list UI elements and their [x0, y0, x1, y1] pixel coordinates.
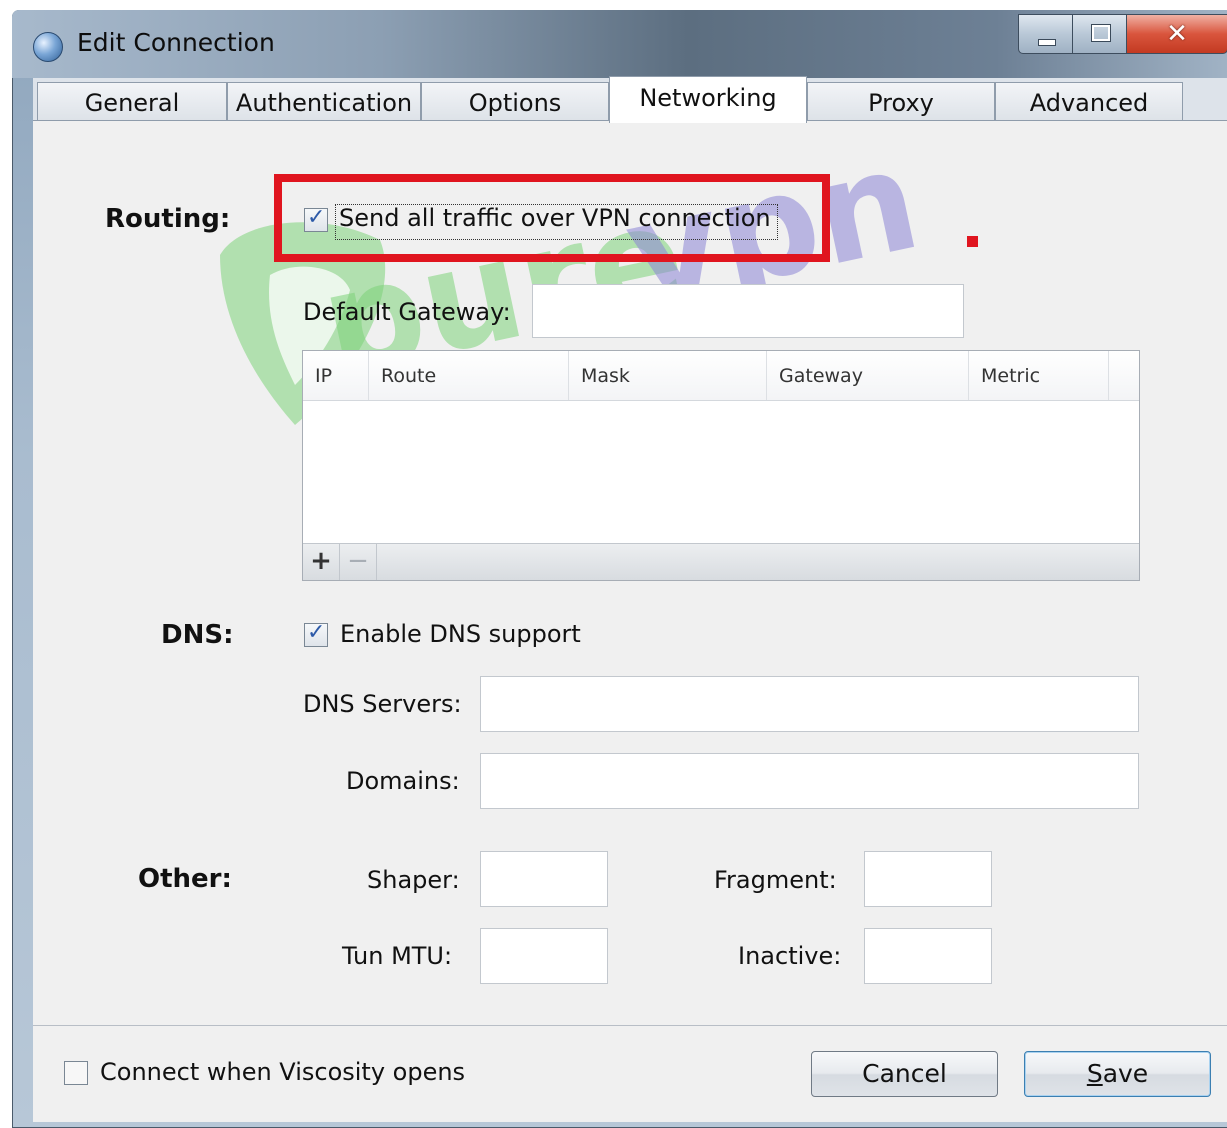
routes-table-toolbar: + −: [303, 543, 1139, 580]
save-button-label: ave: [1102, 1059, 1149, 1088]
default-gateway-label: Default Gateway:: [303, 298, 511, 326]
cancel-button[interactable]: Cancel: [811, 1051, 998, 1097]
tun-mtu-label: Tun MTU:: [342, 942, 453, 970]
viscosity-globe-icon: [33, 32, 63, 62]
routing-section-label: Routing:: [105, 204, 231, 234]
tab-networking[interactable]: Networking: [609, 76, 807, 123]
save-button[interactable]: Save: [1024, 1051, 1211, 1097]
highlight-box: [274, 174, 830, 262]
close-button[interactable]: ✕: [1126, 14, 1227, 54]
maximize-icon: [1091, 24, 1111, 42]
shaper-input[interactable]: [480, 851, 608, 907]
highlight-dot: [967, 236, 978, 247]
column-ip[interactable]: IP: [303, 351, 369, 400]
dns-section-label: DNS:: [161, 620, 234, 650]
connect-on-open-checkbox[interactable]: [64, 1061, 88, 1085]
domains-input[interactable]: [480, 753, 1139, 809]
fragment-label: Fragment:: [714, 866, 837, 894]
connect-on-open-label[interactable]: Connect when Viscosity opens: [100, 1058, 465, 1086]
enable-dns-checkbox[interactable]: ✓: [304, 620, 328, 647]
tab-advanced[interactable]: Advanced: [995, 82, 1183, 121]
column-gateway[interactable]: Gateway: [767, 351, 969, 400]
close-icon: ✕: [1166, 19, 1188, 49]
inactive-label: Inactive:: [738, 942, 842, 970]
dns-servers-input[interactable]: [480, 676, 1139, 732]
tun-mtu-input[interactable]: [480, 928, 608, 984]
tab-strip: General Authentication Options Networkin…: [33, 76, 1227, 123]
inactive-input[interactable]: [864, 928, 992, 984]
other-section-label: Other:: [138, 864, 232, 894]
window-title: Edit Connection: [77, 28, 275, 57]
tab-authentication[interactable]: Authentication: [227, 82, 421, 121]
column-mask[interactable]: Mask: [569, 351, 767, 400]
enable-dns-label[interactable]: Enable DNS support: [340, 620, 581, 648]
minimize-button[interactable]: [1018, 14, 1074, 54]
add-route-button[interactable]: +: [303, 544, 340, 580]
shaper-label: Shaper:: [367, 866, 460, 894]
save-button-mnemonic: S: [1086, 1059, 1103, 1088]
window-controls: ✕: [1018, 14, 1227, 54]
column-route[interactable]: Route: [369, 351, 569, 400]
minimize-icon: [1038, 39, 1056, 46]
tab-options[interactable]: Options: [421, 82, 609, 121]
remove-route-button[interactable]: −: [340, 544, 377, 580]
routes-table[interactable]: IP Route Mask Gateway Metric + −: [302, 350, 1140, 581]
routes-table-header: IP Route Mask Gateway Metric: [303, 351, 1139, 401]
fragment-input[interactable]: [864, 851, 992, 907]
tab-proxy[interactable]: Proxy: [807, 82, 995, 121]
tab-general[interactable]: General: [37, 82, 227, 121]
dns-servers-label: DNS Servers:: [303, 690, 462, 718]
maximize-button[interactable]: [1072, 14, 1128, 54]
default-gateway-input[interactable]: [532, 284, 964, 338]
domains-label: Domains:: [346, 767, 460, 795]
checkmark-icon: ✓: [307, 620, 326, 645]
column-metric[interactable]: Metric: [969, 351, 1109, 400]
